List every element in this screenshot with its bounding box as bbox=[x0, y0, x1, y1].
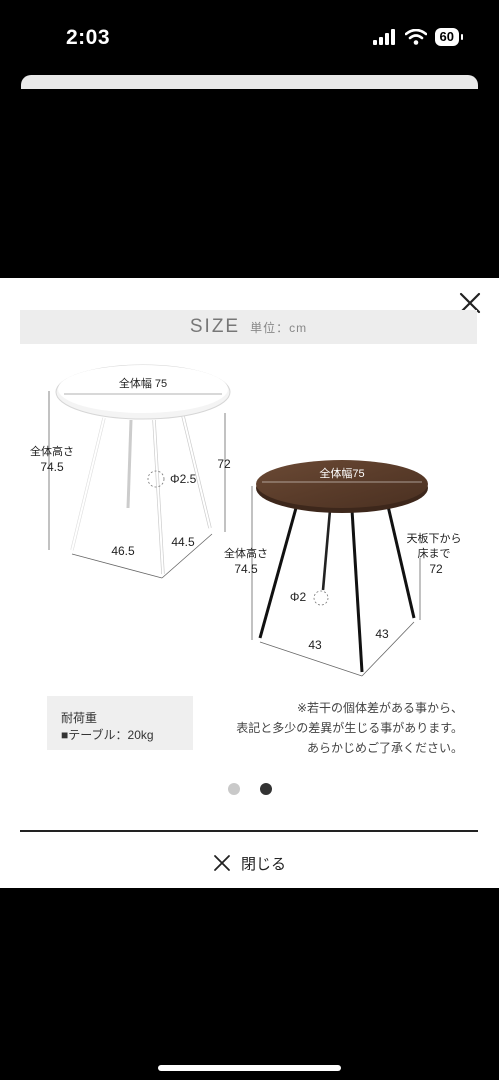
brown-width-label: 全体幅75 bbox=[319, 466, 364, 480]
size-diagram: 全体幅 75 Φ2.5 全体高さ 74.5 72 46.5 44.5 全体幅75 bbox=[30, 364, 462, 677]
background-sheet bbox=[21, 75, 478, 89]
close-icon bbox=[214, 855, 230, 871]
disclaimer-note: ※若干の個体差がある事から、 表記と多少の差異が生じる事があります。 あらかじめ… bbox=[143, 698, 463, 758]
white-span-b: 44.5 bbox=[171, 535, 195, 549]
divider bbox=[20, 830, 478, 832]
white-height-value: 74.5 bbox=[40, 460, 64, 474]
white-leg-diameter: Φ2.5 bbox=[170, 472, 197, 486]
load-value: ■テーブル：20kg bbox=[61, 728, 154, 742]
page-indicator bbox=[0, 783, 499, 795]
wifi-icon bbox=[404, 29, 427, 45]
brown-span-b: 43 bbox=[375, 627, 389, 641]
page-dot-2[interactable] bbox=[259, 783, 272, 795]
white-width-label: 全体幅 75 bbox=[119, 376, 167, 390]
brown-height-value: 74.5 bbox=[234, 562, 258, 576]
note-line-3: あらかじめご了承ください。 bbox=[306, 741, 463, 755]
page-dot-1[interactable] bbox=[227, 783, 240, 795]
size-banner: SIZE 単位：cm bbox=[20, 310, 477, 344]
home-indicator[interactable] bbox=[158, 1065, 341, 1071]
signal-icon bbox=[372, 29, 395, 45]
close-button[interactable]: 閉じる bbox=[0, 846, 499, 880]
note-line-1: ※若干の個体差がある事から、 bbox=[296, 701, 463, 715]
image-viewer-modal: SIZE 単位：cm 全体幅 75 Φ2.5 全体高さ 74.5 72 46.5… bbox=[0, 278, 499, 888]
brown-table: 全体幅75 全体高さ 74.5 Φ2 天板下から 床まで 72 43 43 bbox=[224, 460, 462, 677]
brown-floor-label-1: 天板下から bbox=[407, 531, 462, 545]
close-button-label: 閉じる bbox=[240, 855, 286, 873]
load-title: 耐荷重 bbox=[61, 711, 98, 725]
note-line-2: 表記と多少の差異が生じる事があります。 bbox=[236, 721, 463, 735]
status-bar: 2:03 60 bbox=[0, 0, 499, 72]
white-table: 全体幅 75 Φ2.5 全体高さ 74.5 72 46.5 44.5 bbox=[30, 364, 231, 579]
size-title: SIZE bbox=[189, 316, 241, 337]
battery-icon: 60 bbox=[434, 28, 464, 46]
status-icons: 60 bbox=[372, 27, 464, 47]
brown-floor-label-2: 床まで bbox=[418, 546, 451, 560]
brown-floor-value: 72 bbox=[429, 562, 443, 576]
white-height-label: 全体高さ bbox=[30, 444, 74, 458]
white-span-a: 46.5 bbox=[111, 544, 135, 558]
status-time: 2:03 bbox=[66, 26, 111, 49]
brown-leg-diameter: Φ2 bbox=[290, 590, 307, 604]
brown-span-a: 43 bbox=[308, 638, 322, 652]
white-leg-height: 72 bbox=[217, 457, 231, 471]
brown-height-label: 全体高さ bbox=[224, 546, 268, 560]
size-unit: 単位：cm bbox=[250, 320, 308, 335]
